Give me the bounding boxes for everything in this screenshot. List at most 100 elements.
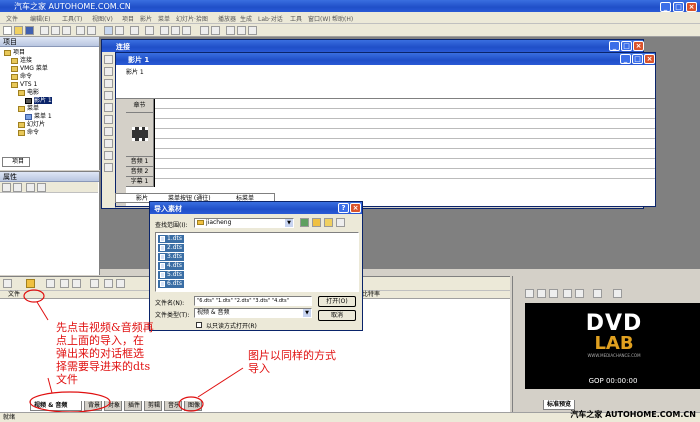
movie-close-button[interactable]: × [644, 54, 655, 64]
property-icon[interactable] [26, 183, 35, 192]
movie-minimize-button[interactable]: _ [620, 54, 631, 64]
next-frame-icon[interactable] [575, 289, 584, 298]
menu-file[interactable]: 文件 [6, 14, 18, 23]
redo-icon[interactable] [87, 26, 96, 35]
pause-icon[interactable] [549, 289, 558, 298]
tree-item[interactable]: 幻灯片 [18, 121, 45, 129]
timeline[interactable]: 章节 音频 1 音频 2 字幕 1 [126, 99, 655, 206]
asset-play-icon[interactable] [72, 279, 81, 288]
menu-view[interactable]: 视图(V) [92, 14, 113, 23]
copy-icon[interactable] [51, 26, 60, 35]
file-list[interactable]: 1.dts 2.dts 3.dts 4.dts 5.dts 6.dts [155, 232, 359, 292]
menu-lab[interactable]: Lab·对话 [258, 14, 283, 23]
link-tool-icon[interactable] [104, 67, 113, 76]
asset-sort-icon[interactable] [104, 279, 113, 288]
connect-close-button[interactable]: × [633, 41, 644, 51]
filename-field[interactable]: "6.dts" "1.dts" "2.dts" "3.dts" "4.dts" [194, 296, 312, 306]
preview-icon[interactable] [237, 26, 246, 35]
file-item[interactable]: 4.dts [158, 262, 185, 270]
menu-window[interactable]: 窗口(W) [308, 14, 331, 23]
text-tool-icon[interactable] [104, 79, 113, 88]
menu-player[interactable]: 播放器 [218, 14, 236, 23]
menu-slideshow[interactable]: 幻灯片·拾图 [176, 14, 208, 23]
menu-movie[interactable]: 影片 [140, 14, 152, 23]
readonly-checkbox[interactable] [196, 322, 202, 328]
import-folder-icon[interactable] [26, 279, 35, 288]
pen-tool-icon[interactable] [104, 115, 113, 124]
menu-tools-2[interactable]: 工具 [290, 14, 302, 23]
volume-icon[interactable] [593, 289, 602, 298]
fullscreen-icon[interactable] [613, 289, 622, 298]
paste-icon[interactable] [62, 26, 71, 35]
align-right-icon[interactable] [182, 26, 191, 35]
asset-tab[interactable]: 对象 [104, 401, 122, 411]
column-file[interactable]: 文件 [8, 291, 20, 299]
column-bitrate[interactable]: 比特率 [362, 291, 380, 299]
tree-item[interactable]: 菜单 1 [25, 113, 52, 121]
zoom-tool-icon[interactable] [130, 26, 139, 35]
file-item[interactable]: 3.dts [158, 253, 185, 261]
build-icon[interactable] [226, 26, 235, 35]
eraser-tool-icon[interactable] [104, 127, 113, 136]
menu-edit[interactable]: 编辑(E) [30, 14, 50, 23]
filetype-select[interactable]: 视频 & 音频 ▼ [194, 308, 312, 318]
back-icon[interactable] [300, 218, 309, 227]
close-button[interactable]: × [686, 2, 697, 12]
filetype-chevron-down-icon[interactable]: ▼ [303, 309, 311, 317]
open-button[interactable]: 打开(O) [318, 296, 356, 307]
minimize-button[interactable]: _ [660, 2, 671, 12]
new-folder-icon[interactable] [324, 218, 333, 227]
tree-item[interactable]: 电影 [18, 89, 39, 97]
undo-icon[interactable] [76, 26, 85, 35]
lookin-select[interactable]: jiacheng ▼ [194, 218, 294, 228]
asset-refresh-icon[interactable] [46, 279, 55, 288]
burn-icon[interactable] [248, 26, 257, 35]
file-item[interactable]: 6.dts [158, 280, 185, 288]
asset-tab[interactable]: 插件 [124, 401, 142, 411]
asset-tab[interactable]: 背景 [84, 401, 102, 411]
import-dialog[interactable]: 导入素材 ? × 查找范围(I): jiacheng ▼ 1.dts 2.dts 3… [149, 201, 363, 331]
tree-item[interactable]: 菜单 [18, 105, 39, 113]
asset-tab[interactable]: 剪辑 [144, 401, 162, 411]
import-help-button[interactable]: ? [338, 203, 349, 213]
select-tool-icon[interactable] [104, 55, 113, 64]
standard-preview-tab[interactable]: 标准预览 [543, 400, 576, 410]
fill-tool-icon[interactable] [104, 139, 113, 148]
cut-icon[interactable] [40, 26, 49, 35]
save-icon[interactable] [25, 26, 34, 35]
asset-info-icon[interactable] [90, 279, 99, 288]
tree-item[interactable]: VMG 菜单 [11, 65, 48, 73]
menu-help[interactable]: 帮助(H) [332, 14, 353, 23]
asset-tab[interactable]: 图像 [184, 401, 202, 411]
play-icon[interactable] [537, 289, 546, 298]
maximize-button[interactable]: □ [673, 2, 684, 12]
align-center-icon[interactable] [171, 26, 180, 35]
zoom-in-tool-icon[interactable] [104, 151, 113, 160]
asset-tab[interactable]: 音乐 [164, 401, 182, 411]
tree-item[interactable]: 命令 [11, 73, 32, 81]
connect-maximize-button[interactable]: □ [621, 41, 632, 51]
lookin-chevron-down-icon[interactable]: ▼ [285, 219, 293, 227]
menu-tools[interactable]: 工具(T) [62, 14, 82, 23]
view-menu-icon[interactable] [336, 218, 345, 227]
category-icon[interactable] [13, 183, 22, 192]
tree-item[interactable]: 连接 [11, 57, 32, 65]
movie-maximize-button[interactable]: □ [632, 54, 643, 64]
up-folder-icon[interactable] [312, 218, 321, 227]
stop-icon[interactable] [525, 289, 534, 298]
file-item[interactable]: 1.dts [158, 235, 185, 243]
hand-tool-icon[interactable] [115, 26, 124, 35]
menu-project[interactable]: 项目 [122, 14, 134, 23]
grid-icon[interactable] [145, 26, 154, 35]
asset-tab[interactable]: 视频 & 音频 [30, 401, 82, 411]
project-tab[interactable]: 项目 [2, 157, 30, 167]
group-icon[interactable] [211, 26, 220, 35]
line-tool-icon[interactable] [104, 103, 113, 112]
movie-window[interactable]: 影片 1 _ □ × 影片 1 章节 音频 1 音频 2 字幕 1 [115, 52, 656, 207]
connect-minimize-button[interactable]: _ [609, 41, 620, 51]
asset-list-icon[interactable] [116, 279, 125, 288]
asset-delete-icon[interactable] [60, 279, 69, 288]
event-icon[interactable] [37, 183, 46, 192]
open-icon[interactable] [14, 26, 23, 35]
file-item[interactable]: 2.dts [158, 244, 185, 252]
